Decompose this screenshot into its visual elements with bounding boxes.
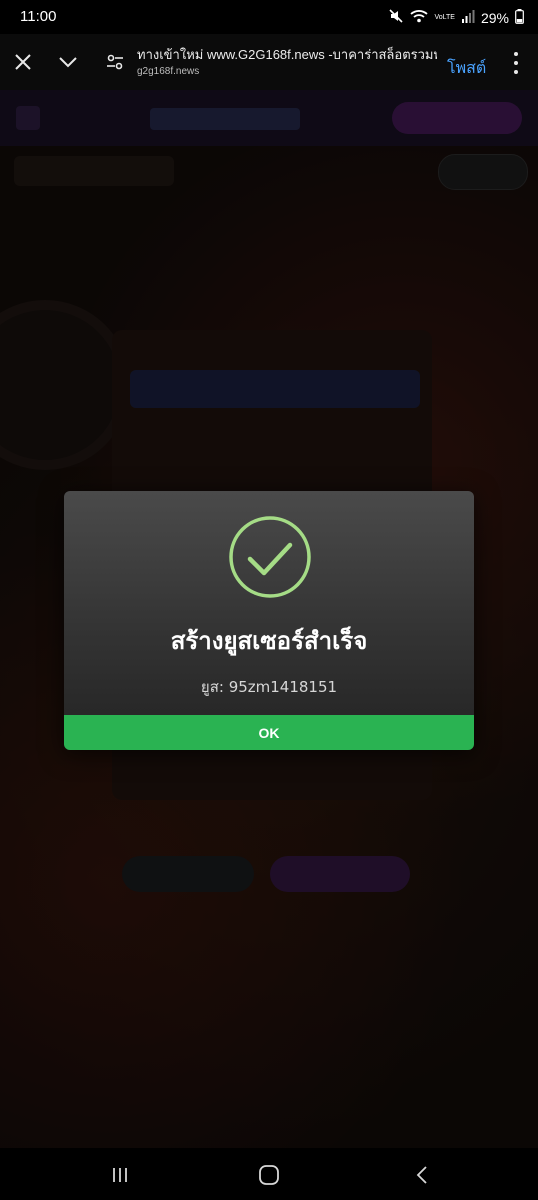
signal-icon (461, 9, 475, 26)
success-dialog: สร้างยูสเซอร์สำเร็จ ยูส: 95zm1418151 OK (64, 491, 474, 750)
dialog-username: ยูส: 95zm1418151 (200, 678, 338, 696)
back-button[interactable] (402, 1160, 442, 1190)
more-vert-icon[interactable] (506, 52, 526, 74)
wifi-icon (410, 9, 429, 26)
page-title: ทางเข้าใหม่ www.G2G168f.news -บาคาร่าสล็… (137, 47, 437, 62)
post-button[interactable]: โพสต์ (447, 56, 486, 81)
battery-icon (515, 8, 524, 27)
status-time: 11:00 (20, 8, 57, 25)
status-bar: 11:00 VoLTE 29% (0, 0, 538, 34)
home-icon (259, 1165, 279, 1185)
minimize-button[interactable] (54, 48, 82, 76)
system-nav-bar (0, 1148, 538, 1200)
close-icon (15, 54, 31, 70)
browser-toolbar: ทางเข้าใหม่ www.G2G168f.news -บาคาร่าสล็… (0, 34, 538, 90)
recent-apps-icon (113, 1168, 127, 1182)
tune-icon (107, 54, 123, 70)
site-settings-button[interactable] (101, 48, 129, 76)
home-button[interactable] (249, 1160, 289, 1190)
page-url: g2g168f.news (137, 66, 200, 77)
recent-apps-button[interactable] (100, 1160, 140, 1190)
dialog-title: สร้างยูสเซอร์สำเร็จ (170, 627, 368, 655)
network-label: VoLTE (434, 14, 455, 21)
status-icons: VoLTE 29% (388, 8, 524, 27)
ok-button[interactable]: OK (64, 715, 474, 750)
close-tab-button[interactable] (9, 48, 37, 76)
success-check-icon (229, 516, 311, 598)
back-icon (416, 1166, 427, 1184)
chevron-down-icon (59, 57, 77, 68)
mute-icon (388, 8, 404, 27)
battery-percent: 29% (480, 9, 509, 26)
